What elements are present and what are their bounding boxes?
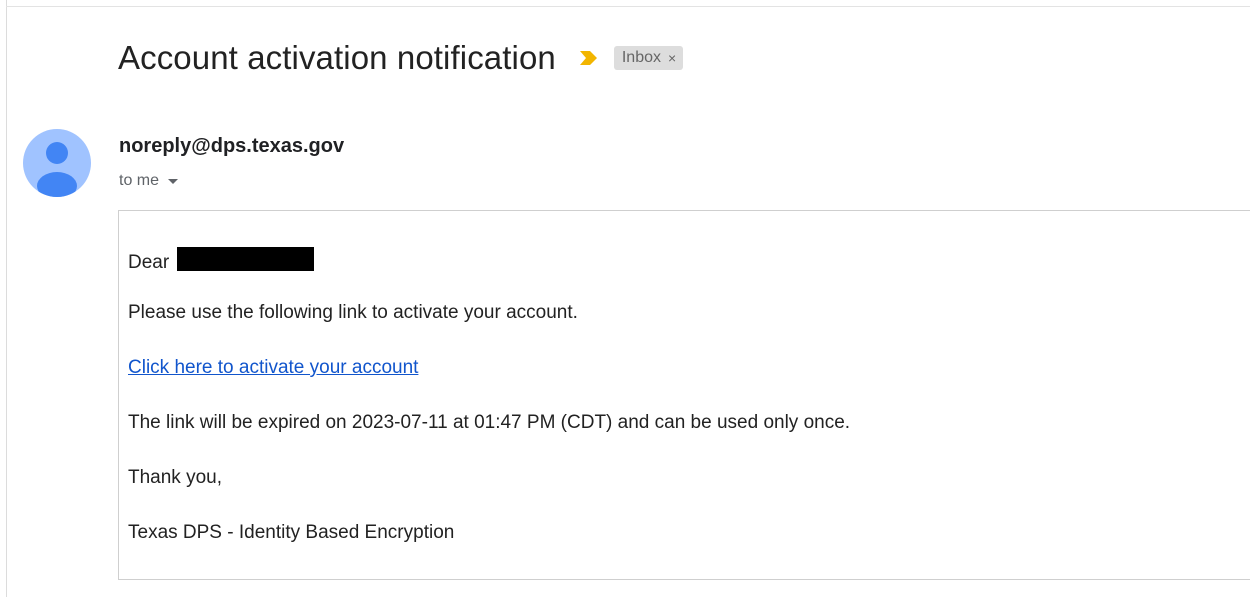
closing-line: Thank you, bbox=[128, 467, 222, 488]
intro-line: Please use the following link to activat… bbox=[128, 302, 578, 323]
caret-down-icon[interactable] bbox=[168, 178, 179, 184]
greeting-text: Dear bbox=[128, 252, 170, 273]
subject-row: Account activation notification Inbox × bbox=[118, 34, 684, 82]
redacted-recipient-name bbox=[177, 247, 315, 271]
activation-line: Click here to activate your account bbox=[128, 357, 418, 379]
signature-line: Texas DPS - Identity Based Encryption bbox=[128, 522, 455, 543]
expiry-line: The link will be expired on 2023-07-11 a… bbox=[128, 412, 851, 433]
person-avatar-icon bbox=[37, 142, 77, 197]
sender-address[interactable]: noreply@dps.texas.gov bbox=[119, 135, 344, 158]
activate-account-link[interactable]: Click here to activate your account bbox=[128, 357, 418, 378]
window-left-border bbox=[6, 0, 7, 597]
sender-avatar[interactable] bbox=[23, 129, 91, 197]
email-subject: Account activation notification bbox=[118, 39, 556, 76]
recipient-text: to me bbox=[119, 172, 160, 189]
remove-label-icon[interactable]: × bbox=[668, 51, 676, 65]
window-top-border bbox=[6, 6, 1250, 7]
inbox-label-chip: Inbox × bbox=[613, 46, 684, 70]
greeting-line: Dear bbox=[128, 247, 315, 274]
importance-marker-icon[interactable] bbox=[578, 49, 600, 67]
inbox-label-text: Inbox bbox=[621, 49, 661, 66]
recipient-details-toggle[interactable]: to me bbox=[119, 172, 179, 190]
